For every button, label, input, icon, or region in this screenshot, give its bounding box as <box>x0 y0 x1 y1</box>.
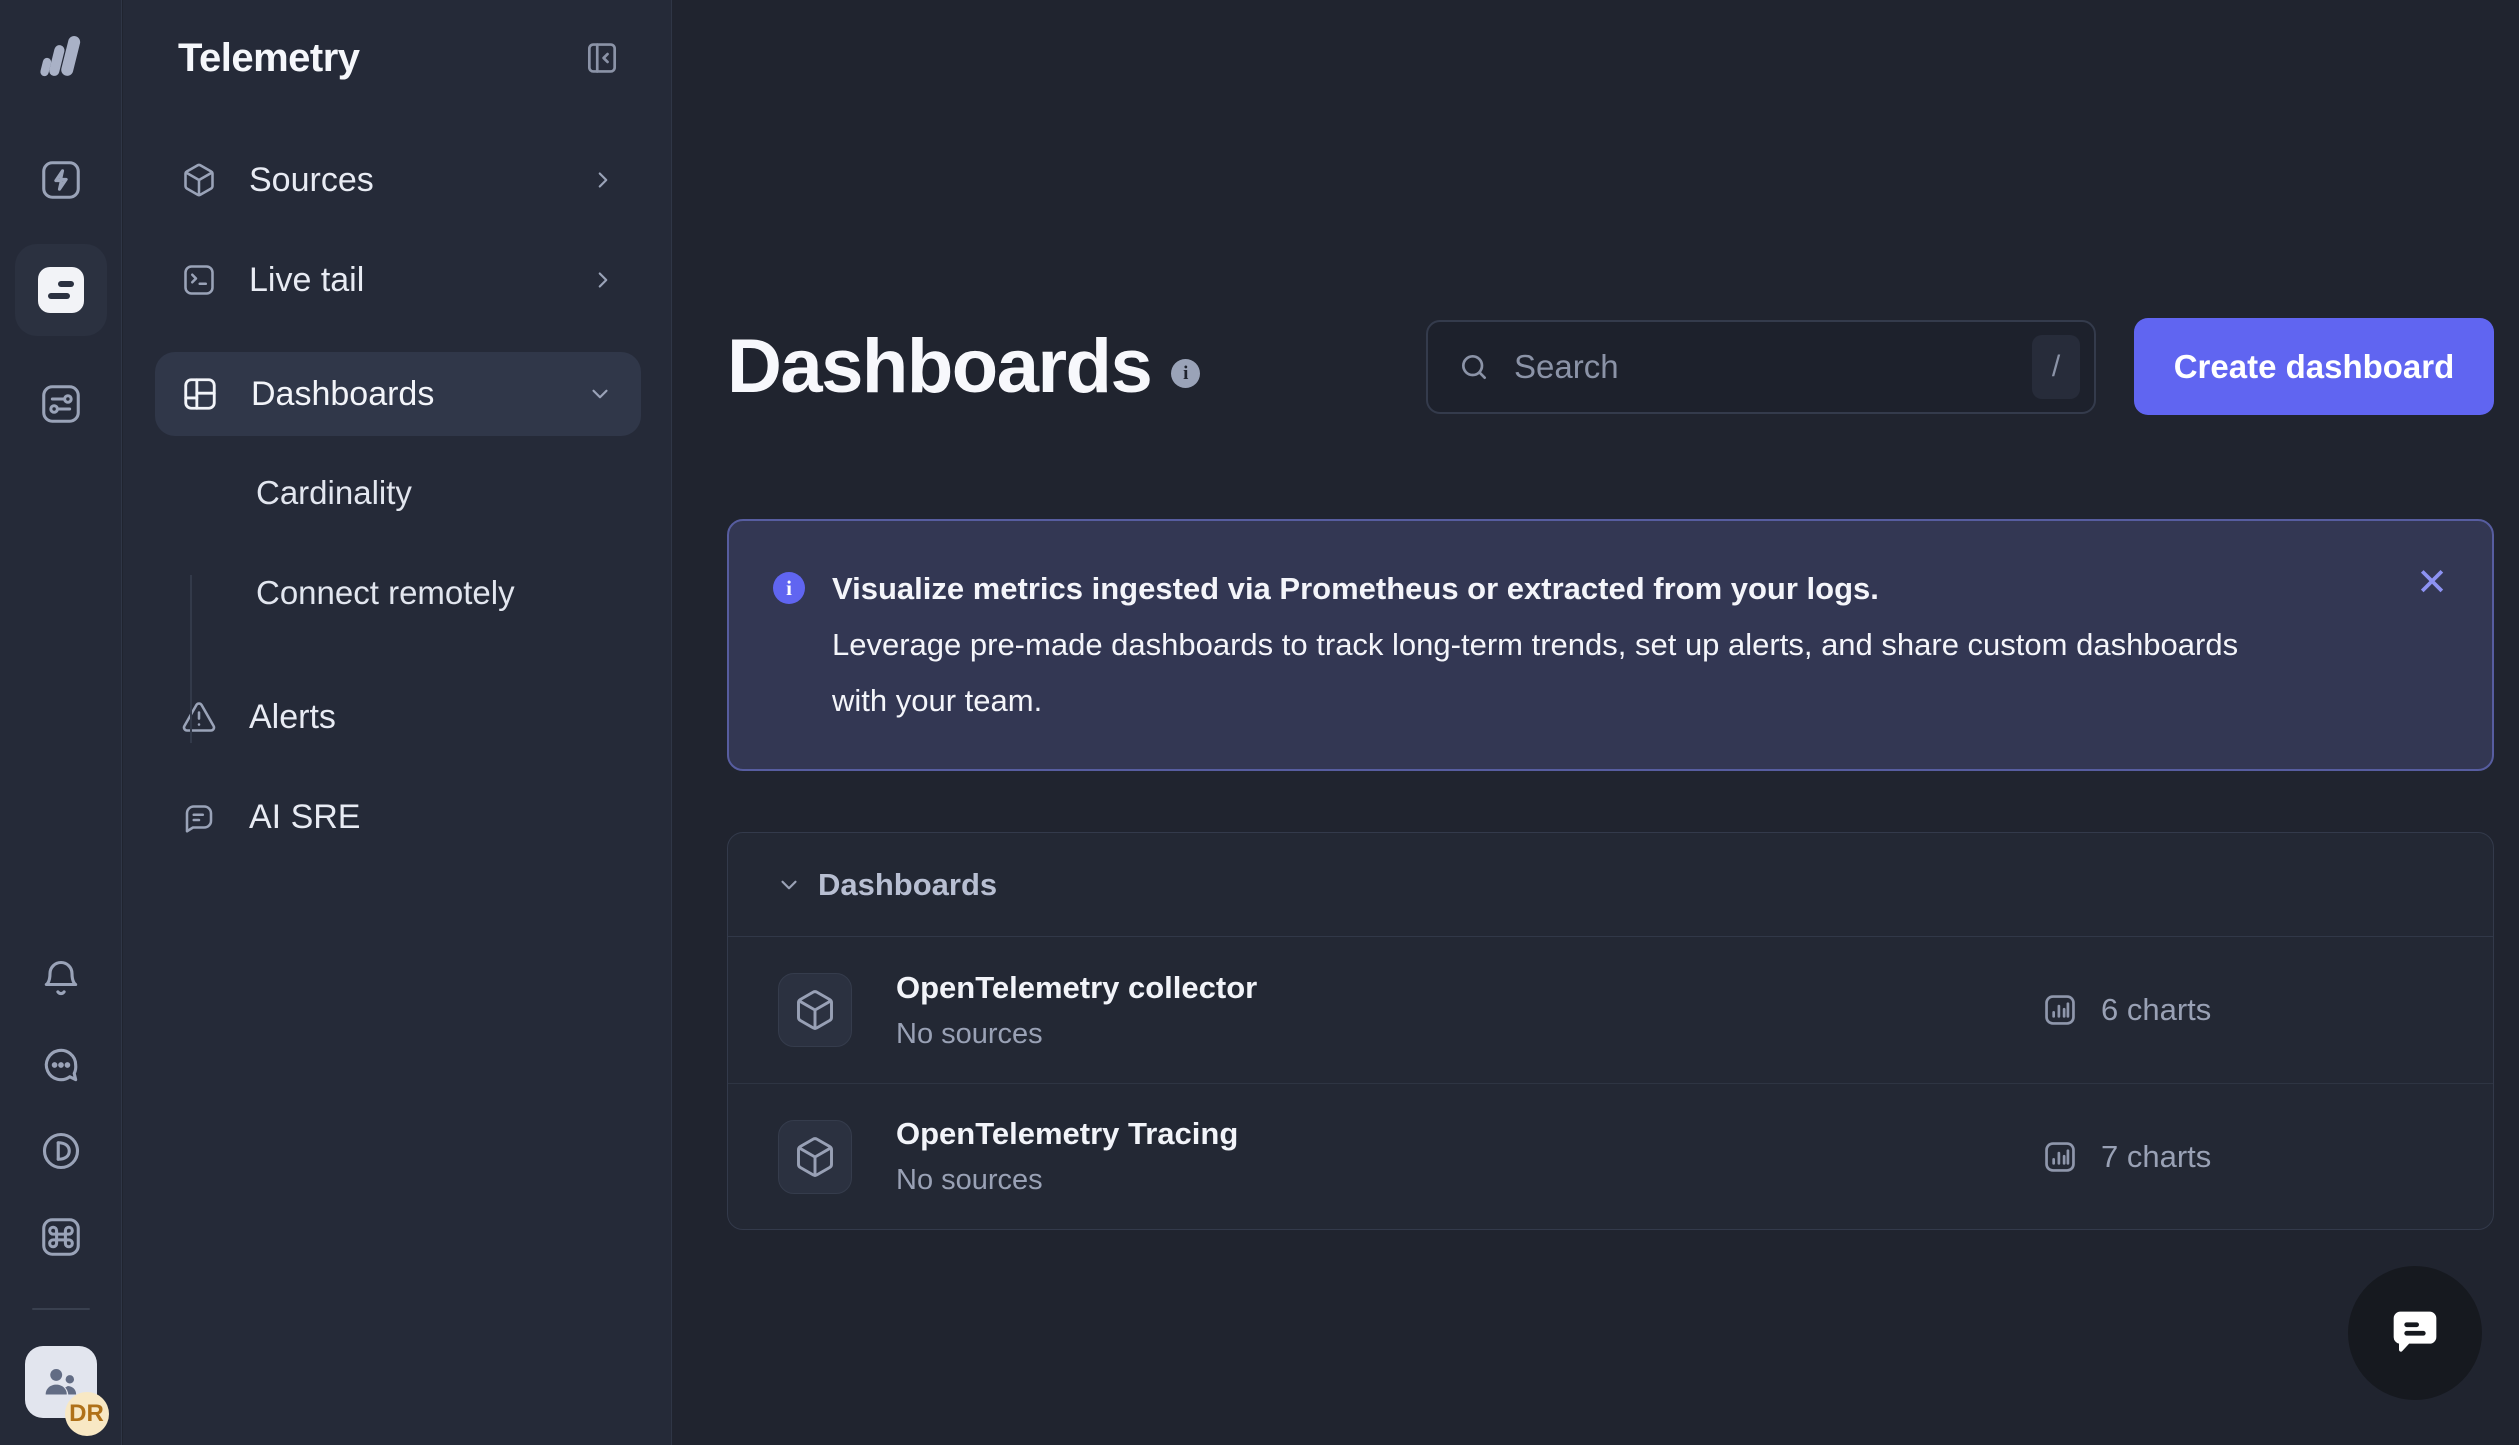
subnav-tree-line <box>190 575 192 743</box>
bell-icon <box>39 957 83 1001</box>
dashboard-grid-icon <box>181 375 219 413</box>
terminal-icon <box>181 262 217 298</box>
create-dashboard-button[interactable]: Create dashboard <box>2134 318 2494 415</box>
search-icon <box>1458 351 1490 383</box>
sidebar-item-sources[interactable]: Sources <box>123 130 671 230</box>
sidebar-subitem-cardinality[interactable]: Cardinality <box>123 447 671 539</box>
sidebar: Telemetry Sources Live tail <box>123 0 672 1445</box>
contrast-icon <box>39 1129 83 1173</box>
dashboard-tile <box>778 1120 852 1194</box>
page-header: Dashboards i / Create dashboard <box>727 318 2494 415</box>
sidebar-item-dashboards-selected[interactable]: Dashboards <box>155 352 641 436</box>
rail-bottom-group: DR <box>25 956 97 1445</box>
sidebar-item-ai-sre[interactable]: AI SRE <box>123 767 671 867</box>
info-banner: i Visualize metrics ingested via Prometh… <box>727 519 2494 771</box>
sidebar-item-label: Alerts <box>249 698 336 737</box>
dashboard-tile <box>778 973 852 1047</box>
banner-body: Leverage pre-made dashboards to track lo… <box>832 617 2262 729</box>
settings-rail-button[interactable] <box>38 381 84 427</box>
dashboard-sources: No sources <box>896 1164 1238 1197</box>
rail-divider <box>32 1308 90 1310</box>
collapse-sidebar-button[interactable] <box>583 39 621 77</box>
telemetry-logs-icon <box>38 267 84 313</box>
sidebar-item-alerts[interactable]: Alerts <box>123 667 671 767</box>
search-box[interactable]: / <box>1426 320 2096 414</box>
notifications-button[interactable] <box>38 956 84 1002</box>
user-avatar[interactable]: DR <box>25 1346 97 1418</box>
cube-icon <box>793 1135 837 1179</box>
dashboard-row-text: OpenTelemetry Tracing No sources <box>896 1116 1238 1197</box>
info-icon[interactable]: i <box>1171 359 1200 388</box>
chat-bubble-icon <box>2383 1301 2447 1365</box>
feedback-button[interactable] <box>38 1042 84 1088</box>
sliders-icon <box>38 381 84 427</box>
dashboard-row-text: OpenTelemetry collector No sources <box>896 970 1257 1051</box>
chat-dots-icon <box>39 1043 83 1087</box>
sidebar-subitem-label: Cardinality <box>256 474 412 512</box>
sidebar-item-label: Sources <box>249 161 374 200</box>
sidebar-title: Telemetry <box>178 36 360 81</box>
command-icon <box>38 1214 84 1260</box>
dashboard-row-opentelemetry-tracing[interactable]: OpenTelemetry Tracing No sources 7 chart… <box>728 1083 2493 1229</box>
page-title: Dashboards <box>727 323 1151 410</box>
sidebar-nav: Sources Live tail Dashboards Cardinality… <box>123 130 671 867</box>
chat-lines-icon <box>181 799 217 835</box>
sidebar-item-label: Dashboards <box>251 375 434 414</box>
cube-icon <box>181 162 217 198</box>
chevron-down-icon <box>776 872 802 898</box>
dashboard-name: OpenTelemetry Tracing <box>896 1116 1238 1152</box>
warning-triangle-icon <box>181 699 217 735</box>
shortcuts-button[interactable] <box>38 1214 84 1260</box>
charts-label: 6 charts <box>2101 992 2211 1028</box>
charts-label: 7 charts <box>2101 1139 2211 1175</box>
icon-rail: DR <box>0 0 122 1445</box>
sidebar-subitem-label: Connect remotely <box>256 574 515 612</box>
dashboards-section-header[interactable]: Dashboards <box>728 833 2493 937</box>
search-shortcut-key: / <box>2032 335 2080 399</box>
theme-toggle-button[interactable] <box>38 1128 84 1174</box>
chat-fab-button[interactable] <box>2348 1266 2482 1400</box>
sidebar-item-label: Live tail <box>249 261 364 300</box>
section-title: Dashboards <box>818 867 997 903</box>
app-logo-icon[interactable] <box>37 30 85 80</box>
user-initials-badge: DR <box>65 1392 109 1436</box>
info-circle-icon: i <box>773 572 805 604</box>
main-content: Dashboards i / Create dashboard i Visual… <box>672 0 2519 1445</box>
pipeline-rail-button[interactable] <box>38 157 84 203</box>
dashboard-charts-count: 7 charts <box>2041 1138 2493 1176</box>
dashboard-name: OpenTelemetry collector <box>896 970 1257 1006</box>
panel-collapse-icon <box>583 39 621 77</box>
cube-icon <box>793 988 837 1032</box>
chevron-right-icon <box>590 267 616 293</box>
sidebar-item-label: AI SRE <box>249 798 360 837</box>
banner-close-icon[interactable]: ✕ <box>2408 559 2456 607</box>
chevron-down-icon <box>587 381 613 407</box>
bar-chart-icon <box>2041 1138 2079 1176</box>
chevron-right-icon <box>590 167 616 193</box>
telemetry-rail-button-selected[interactable] <box>15 244 107 336</box>
dashboard-row-opentelemetry-collector[interactable]: OpenTelemetry collector No sources 6 cha… <box>728 937 2493 1083</box>
dashboards-card: Dashboards OpenTelemetry collector No so… <box>727 832 2494 1230</box>
dashboard-charts-count: 6 charts <box>2041 991 2493 1029</box>
lightning-icon <box>38 157 84 203</box>
sidebar-subitem-connect-remotely[interactable]: Connect remotely <box>123 547 671 639</box>
banner-title: Visualize metrics ingested via Prometheu… <box>832 561 2262 617</box>
banner-text: Visualize metrics ingested via Prometheu… <box>832 561 2262 733</box>
sidebar-item-live-tail[interactable]: Live tail <box>123 230 671 330</box>
search-input[interactable] <box>1514 348 2032 386</box>
bar-chart-icon <box>2041 991 2079 1029</box>
sidebar-header: Telemetry <box>123 0 671 82</box>
dashboard-sources: No sources <box>896 1018 1257 1051</box>
